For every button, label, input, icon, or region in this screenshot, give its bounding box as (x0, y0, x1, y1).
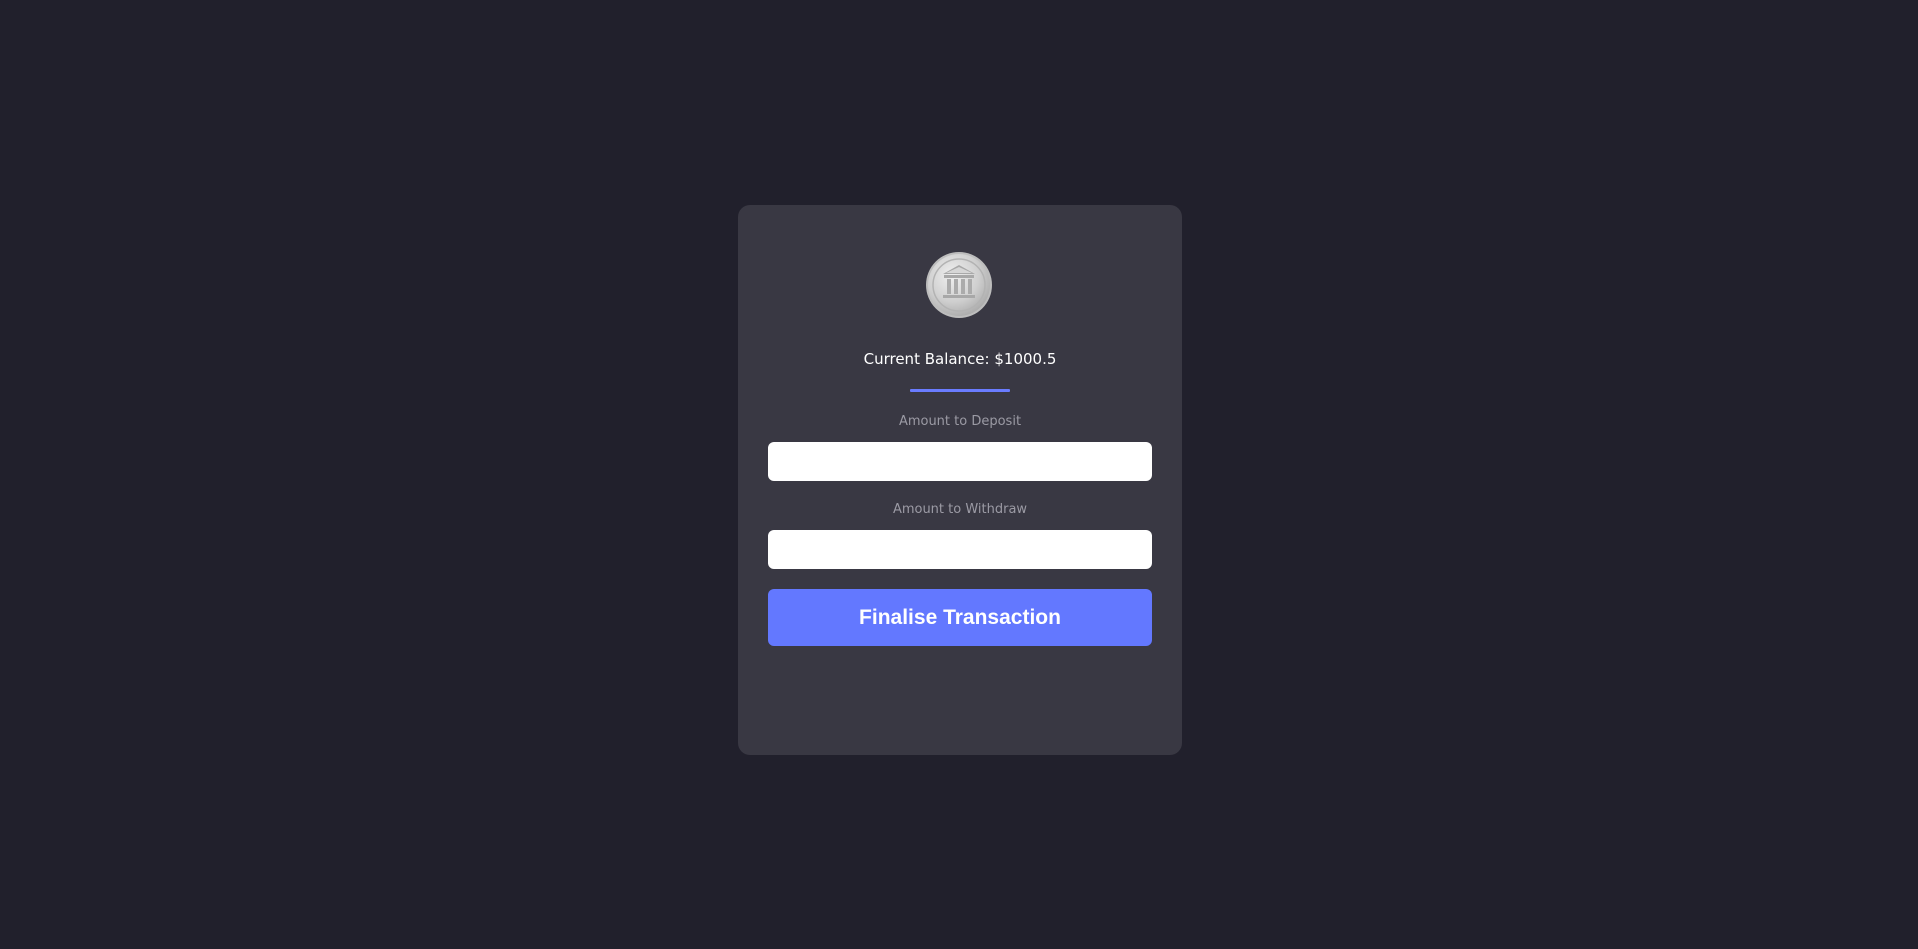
withdraw-label: Amount to Withdraw (892, 502, 1028, 517)
withdraw-input[interactable] (768, 530, 1152, 569)
current-balance: Current Balance: $1000.5 (863, 350, 1057, 368)
finalise-transaction-button[interactable]: Finalise Transaction (768, 589, 1152, 646)
bank-icon (926, 252, 992, 318)
deposit-label: Amount to Deposit (898, 414, 1022, 429)
transaction-card: Current Balance: $1000.5 Amount to Depos… (738, 205, 1182, 755)
divider (910, 389, 1010, 392)
deposit-input[interactable] (768, 442, 1152, 481)
